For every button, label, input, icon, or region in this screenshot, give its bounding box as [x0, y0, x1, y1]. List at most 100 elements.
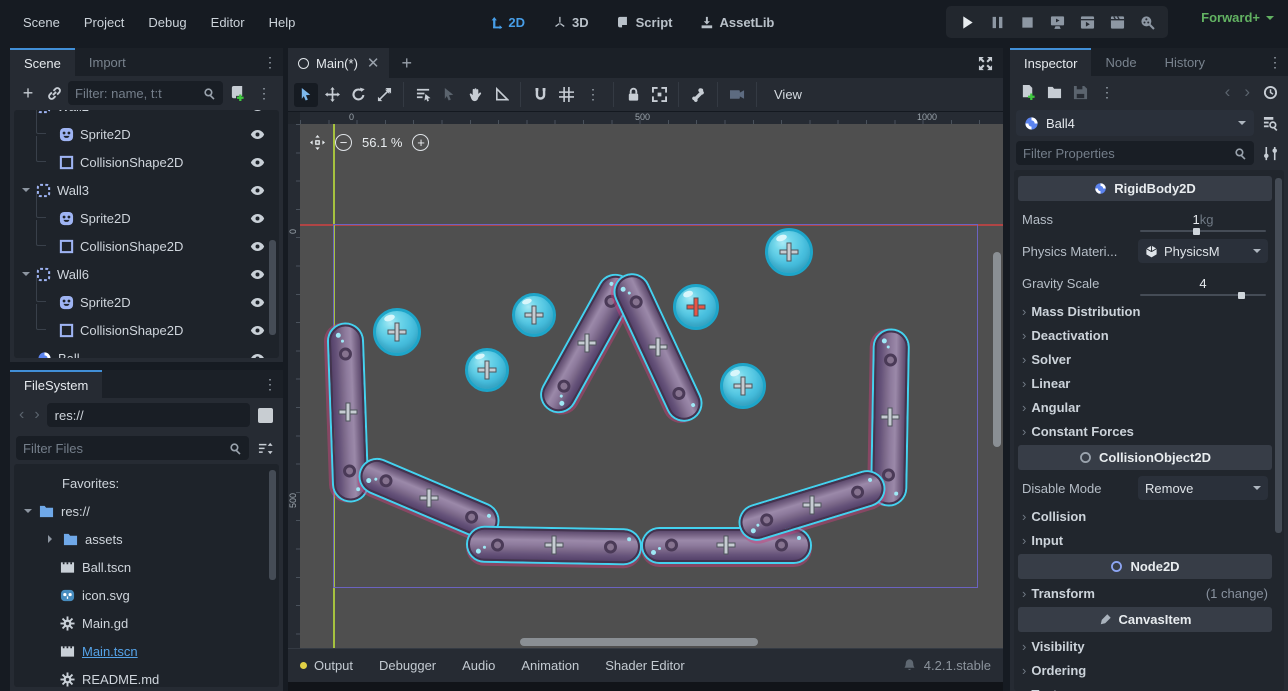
add-node-button[interactable]: + — [16, 81, 40, 105]
tree-row-sprite2d[interactable]: Sprite2D — [14, 120, 265, 148]
group-button[interactable] — [647, 83, 671, 107]
group-texture[interactable]: › Texture — [1018, 682, 1272, 691]
zoom-level[interactable]: 56.1 % — [362, 135, 402, 150]
file-row-ball-tscn[interactable]: Ball.tscn — [14, 553, 265, 581]
workspace-script[interactable]: Script — [608, 11, 682, 34]
stop-button[interactable] — [1014, 9, 1040, 35]
canvas-hscrollbar[interactable] — [300, 638, 991, 646]
expand-icon[interactable] — [48, 535, 56, 543]
smart-snap-toggle[interactable] — [528, 83, 552, 107]
play-button[interactable] — [954, 9, 980, 35]
group-input[interactable]: › Input — [1018, 528, 1272, 552]
workspace-2d[interactable]: 2D — [480, 11, 534, 34]
group-ordering[interactable]: › Ordering — [1018, 658, 1272, 682]
visibility-eye-icon[interactable] — [250, 351, 265, 359]
play-scene-button[interactable] — [1074, 9, 1100, 35]
file-row-readme-md[interactable]: README.md — [14, 665, 265, 687]
group-visibility[interactable]: › Visibility — [1018, 634, 1272, 658]
attach-script-button[interactable] — [225, 81, 249, 105]
tree-row-wall3[interactable]: Wall3 — [14, 176, 265, 204]
pan-tool[interactable] — [463, 83, 487, 107]
dropdown-remove[interactable]: Remove — [1138, 476, 1268, 500]
scale-tool[interactable] — [372, 83, 396, 107]
tab-scene[interactable]: Scene — [10, 48, 75, 76]
menu-debug[interactable]: Debug — [139, 11, 195, 34]
visibility-eye-icon[interactable] — [250, 211, 265, 226]
collapse-icon[interactable] — [22, 188, 30, 196]
file-row-main-tscn[interactable]: Main.tscn — [14, 637, 265, 665]
node-position-gizmo[interactable] — [579, 335, 596, 352]
visibility-eye-icon[interactable] — [250, 127, 265, 142]
group-collision[interactable]: › Collision — [1018, 504, 1272, 528]
node-position-gizmo[interactable] — [526, 307, 543, 324]
override-camera-button[interactable] — [725, 83, 749, 107]
focus-selection-icon[interactable] — [310, 135, 325, 150]
file-row-favorites-[interactable]: Favorites: — [14, 469, 265, 497]
scene-dock-menu-icon[interactable]: ⋮ — [257, 54, 283, 71]
canvas-vscrollbar[interactable] — [993, 124, 1001, 636]
tree-row-sprite2d[interactable]: Sprite2D — [14, 204, 265, 232]
collapse-icon[interactable] — [22, 272, 30, 280]
visibility-eye-icon[interactable] — [250, 239, 265, 254]
menu-scene[interactable]: Scene — [14, 11, 69, 34]
category-canvasitem[interactable]: CanvasItem — [1018, 607, 1272, 632]
tab-node[interactable]: Node — [1091, 48, 1150, 76]
notification-bell-icon[interactable] — [903, 659, 916, 672]
tab-import[interactable]: Import — [75, 48, 140, 76]
toggle-split-mode-button[interactable] — [258, 408, 273, 423]
list-select-tool[interactable] — [411, 83, 435, 107]
scene-tree-menu-icon[interactable]: ⋮ — [251, 85, 277, 102]
close-icon[interactable]: ✕ — [365, 54, 380, 72]
collapse-icon[interactable] — [22, 110, 30, 112]
select-tool[interactable] — [294, 83, 318, 107]
rotate-tool[interactable] — [346, 83, 370, 107]
group-mass-distribution[interactable]: › Mass Distribution — [1018, 299, 1272, 323]
group-deactivation[interactable]: › Deactivation — [1018, 323, 1272, 347]
edit-history-button[interactable] — [1258, 80, 1282, 104]
save-resource-button[interactable] — [1068, 80, 1092, 104]
node-position-gizmo[interactable] — [781, 244, 798, 261]
resource-menu-icon[interactable]: ⋮ — [1094, 84, 1120, 101]
lock-button[interactable] — [621, 83, 645, 107]
category-rigidbody2d[interactable]: RigidBody2D — [1018, 176, 1272, 201]
property-value-editor[interactable]: 1 kg — [1138, 212, 1268, 226]
bottom-tab-shader-editor[interactable]: Shader Editor — [605, 658, 685, 673]
tab-filesystem[interactable]: FileSystem — [10, 370, 102, 398]
node-selector[interactable]: Ball4 — [1016, 110, 1254, 136]
bottom-tab-audio[interactable]: Audio — [462, 658, 495, 673]
bottom-tab-animation[interactable]: Animation — [521, 658, 579, 673]
node-position-gizmo[interactable] — [650, 339, 667, 356]
tab-history[interactable]: History — [1151, 48, 1219, 76]
group-linear[interactable]: › Linear — [1018, 371, 1272, 395]
node-position-gizmo[interactable] — [804, 497, 821, 514]
node-position-gizmo[interactable] — [421, 490, 438, 507]
zoom-out-button[interactable]: − — [335, 134, 352, 151]
grid-snap-toggle[interactable] — [554, 83, 578, 107]
renderer-selector[interactable]: Forward+ — [1201, 10, 1274, 25]
skeleton-options[interactable] — [686, 83, 710, 107]
node-position-gizmo[interactable] — [479, 362, 496, 379]
new-scene-tab-button[interactable]: + — [389, 53, 424, 74]
group-solver[interactable]: › Solver — [1018, 347, 1272, 371]
tree-row-collisionshape2d[interactable]: CollisionShape2D — [14, 232, 265, 260]
tree-row-collisionshape2d[interactable]: CollisionShape2D — [14, 148, 265, 176]
tab-inspector[interactable]: Inspector — [1010, 48, 1091, 76]
filesystem-menu-icon[interactable]: ⋮ — [257, 376, 283, 393]
bottom-tab-debugger[interactable]: Debugger — [379, 658, 436, 673]
tree-row-wall2[interactable]: Wall2 — [14, 110, 265, 120]
value-slider[interactable] — [1140, 230, 1266, 232]
pause-button[interactable] — [984, 9, 1010, 35]
movie-maker-button[interactable] — [1134, 9, 1160, 35]
node-position-gizmo[interactable] — [688, 299, 705, 316]
expand-viewport-icon[interactable] — [978, 55, 993, 71]
menu-editor[interactable]: Editor — [202, 11, 254, 34]
node-position-gizmo[interactable] — [389, 324, 406, 341]
tree-row-sprite2d[interactable]: Sprite2D — [14, 288, 265, 316]
nav-back-icon[interactable]: ‹ — [16, 406, 27, 424]
scene-tree-scrollbar[interactable] — [269, 240, 276, 335]
remote-debug-button[interactable] — [1044, 9, 1070, 35]
inspector-scrollbar[interactable] — [1275, 178, 1282, 533]
workspace-3d[interactable]: 3D — [544, 11, 598, 34]
node-position-gizmo[interactable] — [735, 378, 752, 395]
visibility-eye-icon[interactable] — [250, 155, 265, 170]
